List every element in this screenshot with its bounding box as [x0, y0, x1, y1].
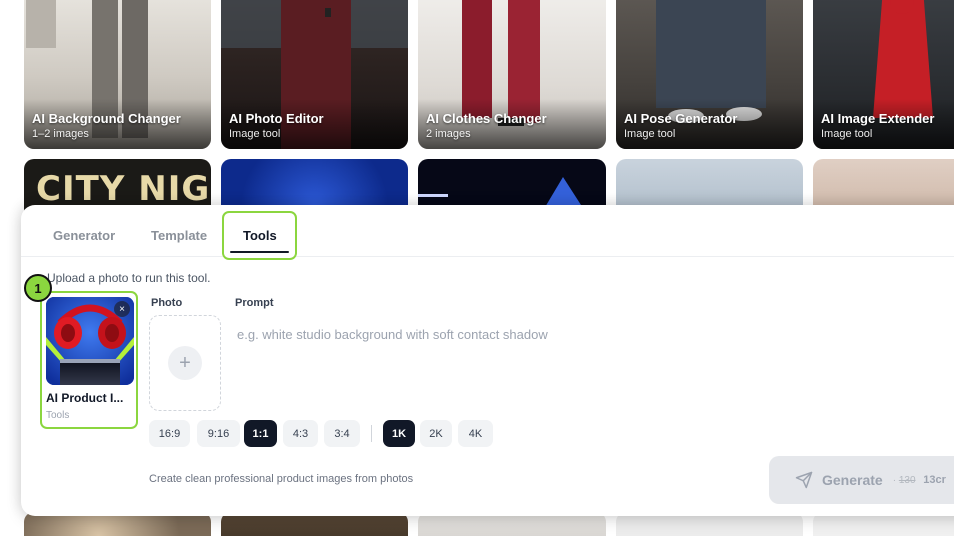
- poster-text: CITY NIGHTS: [36, 169, 211, 209]
- tab-generator[interactable]: Generator: [53, 228, 115, 243]
- gallery-card[interactable]: AI Image Extender Image tool: [813, 0, 954, 149]
- card-title: AI Pose Generator: [624, 111, 738, 126]
- card-subtitle: Image tool: [821, 128, 873, 140]
- photo-upload-dropzone[interactable]: +: [149, 315, 221, 411]
- prompt-label: Prompt: [235, 297, 274, 309]
- card-subtitle: 1–2 images: [32, 128, 89, 140]
- aspect-1-1[interactable]: 1:1: [244, 420, 277, 447]
- gallery-card[interactable]: AI Pose Generator Image tool: [616, 0, 803, 149]
- card-subtitle: Image tool: [624, 128, 676, 140]
- upload-hint: Upload a photo to run this tool.: [47, 271, 211, 285]
- credit-cost: 13cr: [923, 474, 946, 486]
- chip-divider: [371, 425, 372, 442]
- step-badge: 1: [24, 274, 52, 302]
- aspect-3-4[interactable]: 3:4: [324, 420, 360, 447]
- aspect-16-9[interactable]: 16:9: [149, 420, 190, 447]
- price-dot: ·: [892, 475, 897, 486]
- prompt-input[interactable]: [237, 327, 917, 342]
- tool-category: Tools: [46, 410, 70, 421]
- aspect-4-3[interactable]: 4:3: [283, 420, 318, 447]
- card-title: AI Photo Editor: [229, 111, 324, 126]
- plus-icon: +: [168, 346, 202, 380]
- selected-tool-card[interactable]: × AI Product I... Tools: [40, 291, 138, 429]
- tab-underline: [230, 251, 289, 253]
- close-icon[interactable]: ×: [114, 301, 130, 317]
- tool-description: Create clean professional product images…: [149, 473, 414, 485]
- generate-label: Generate: [822, 472, 883, 488]
- tab-template[interactable]: Template: [151, 228, 207, 243]
- gallery-card[interactable]: AI Photo Editor Image tool: [221, 0, 408, 149]
- resolution-1k[interactable]: 1K: [383, 420, 415, 447]
- gallery-card[interactable]: AI Clothes Changer 2 images: [418, 0, 606, 149]
- panel-tabs: Generator Template Tools: [21, 205, 954, 260]
- tool-panel: Generator Template Tools Upload a photo …: [21, 205, 954, 516]
- card-title: AI Background Changer: [32, 111, 181, 126]
- card-title: AI Image Extender: [821, 111, 935, 126]
- resolution-2k[interactable]: 2K: [420, 420, 452, 447]
- card-subtitle: Image tool: [229, 128, 281, 140]
- resolution-4k[interactable]: 4K: [458, 420, 493, 447]
- old-price: 130: [898, 475, 916, 486]
- photo-label: Photo: [151, 297, 183, 309]
- aspect-9-16[interactable]: 9:16: [197, 420, 240, 447]
- card-subtitle: 2 images: [426, 128, 471, 140]
- gallery-card[interactable]: AI Background Changer 1–2 images: [24, 0, 211, 149]
- tab-tools[interactable]: Tools: [243, 228, 277, 243]
- card-title: AI Clothes Changer: [426, 111, 547, 126]
- tool-thumbnail: ×: [46, 297, 134, 385]
- tab-highlight: Tools: [222, 211, 297, 260]
- send-icon: [795, 471, 813, 489]
- price-group: · 130 13cr: [893, 474, 946, 486]
- generate-button[interactable]: Generate · 130 13cr: [769, 456, 954, 504]
- tool-name: AI Product I...: [46, 391, 124, 405]
